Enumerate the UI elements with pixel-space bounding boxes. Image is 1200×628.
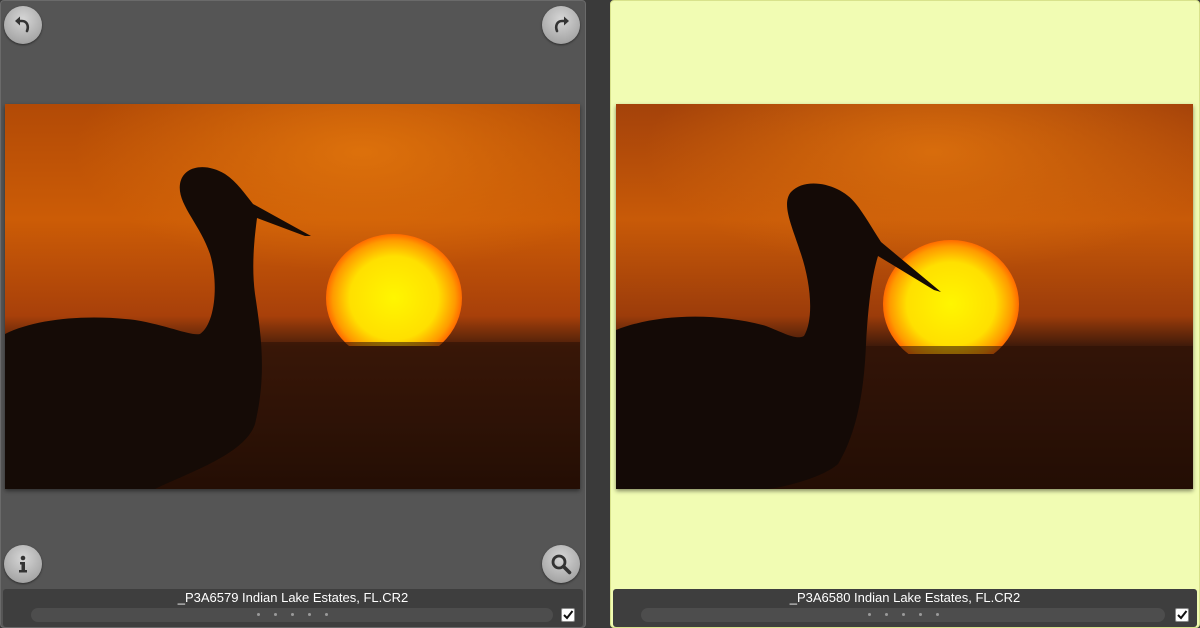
checkmark-icon xyxy=(563,610,574,620)
left-image-panel[interactable]: _P3A6579 Indian Lake Estates, FL.CR2 xyxy=(0,0,586,628)
photo-thumbnail[interactable] xyxy=(5,104,580,489)
rotate-left-button[interactable] xyxy=(4,6,42,44)
rating-dot[interactable] xyxy=(901,613,905,616)
sunset-crane-photo xyxy=(616,104,1193,489)
checkmark-icon xyxy=(1177,610,1188,620)
filename-label: _P3A6580 Indian Lake Estates, FL.CR2 xyxy=(789,590,1021,605)
rating-bar[interactable] xyxy=(641,608,1165,622)
rating-dot[interactable] xyxy=(290,613,294,616)
filename-label: _P3A6579 Indian Lake Estates, FL.CR2 xyxy=(177,590,409,605)
right-image-panel-selected[interactable]: _P3A6580 Indian Lake Estates, FL.CR2 xyxy=(610,0,1200,628)
rating-dot[interactable] xyxy=(884,613,888,616)
select-checkbox[interactable] xyxy=(1175,608,1189,622)
rotate-right-icon xyxy=(554,16,569,33)
image-info-bar: _P3A6580 Indian Lake Estates, FL.CR2 xyxy=(613,589,1197,627)
rating-dot[interactable] xyxy=(935,613,939,616)
rating-dot[interactable] xyxy=(273,613,277,616)
zoom-button[interactable] xyxy=(542,545,580,583)
info-button[interactable] xyxy=(4,545,42,583)
rating-dot[interactable] xyxy=(324,613,328,616)
rating-bar[interactable] xyxy=(31,608,553,622)
photo-thumbnail[interactable] xyxy=(616,104,1193,489)
rating-dot[interactable] xyxy=(307,613,311,616)
select-checkbox[interactable] xyxy=(561,608,575,622)
info-icon xyxy=(19,555,27,573)
image-info-bar: _P3A6579 Indian Lake Estates, FL.CR2 xyxy=(3,589,583,627)
compare-view: _P3A6579 Indian Lake Estates, FL.CR2 _P3… xyxy=(0,0,1200,628)
rotate-right-button[interactable] xyxy=(542,6,580,44)
rotate-left-icon xyxy=(15,16,30,33)
magnifier-icon xyxy=(551,554,572,575)
rating-dot[interactable] xyxy=(867,613,871,616)
rating-dot[interactable] xyxy=(256,613,260,616)
rating-dot[interactable] xyxy=(918,613,922,616)
sunset-crane-photo xyxy=(5,104,580,489)
